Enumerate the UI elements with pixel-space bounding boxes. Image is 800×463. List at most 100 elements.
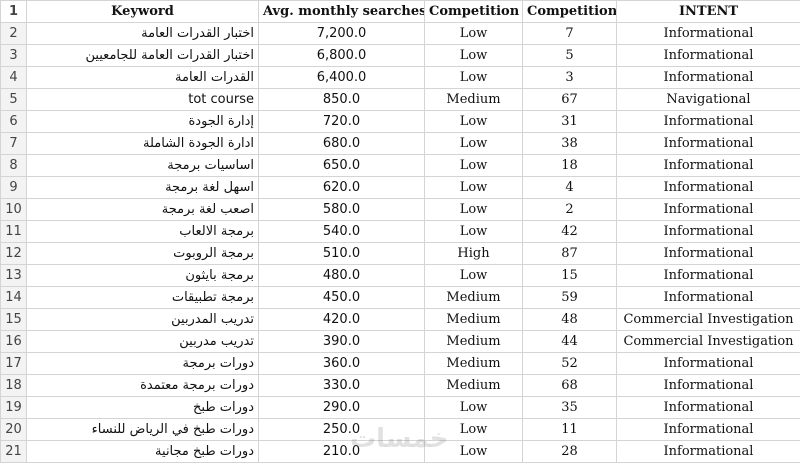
competition-cell[interactable]: Low [425, 397, 523, 419]
intent-cell[interactable]: Informational [617, 375, 800, 397]
row-header[interactable]: 13 [1, 265, 27, 287]
searches-cell[interactable]: 480.0 [259, 265, 425, 287]
keyword-cell[interactable]: tot course [27, 89, 259, 111]
keyword-cell[interactable]: دورات طبخ [27, 397, 259, 419]
competition-cell[interactable]: Low [425, 419, 523, 441]
searches-cell[interactable]: 580.0 [259, 199, 425, 221]
intent-cell[interactable]: Informational [617, 111, 800, 133]
searches-cell[interactable]: 330.0 [259, 375, 425, 397]
intent-cell[interactable]: Informational [617, 67, 800, 89]
searches-cell[interactable]: 680.0 [259, 133, 425, 155]
competition-score-cell[interactable]: 59 [523, 287, 617, 309]
competition-score-cell[interactable]: 2 [523, 199, 617, 221]
competition-score-cell[interactable]: 5 [523, 45, 617, 67]
keyword-cell[interactable]: اختبار القدرات العامة [27, 23, 259, 45]
competition-score-cell[interactable]: 3 [523, 67, 617, 89]
competition-cell[interactable]: High [425, 243, 523, 265]
intent-cell[interactable]: Informational [617, 199, 800, 221]
intent-cell[interactable]: Informational [617, 155, 800, 177]
keyword-cell[interactable]: اسهل لغة برمجة [27, 177, 259, 199]
competition-cell[interactable]: Low [425, 133, 523, 155]
intent-cell[interactable]: Informational [617, 265, 800, 287]
row-header[interactable]: 16 [1, 331, 27, 353]
intent-cell[interactable]: Informational [617, 133, 800, 155]
competition-cell[interactable]: Medium [425, 89, 523, 111]
keyword-cell[interactable]: دورات طبخ في الرياض للنساء [27, 419, 259, 441]
competition-score-cell[interactable]: 7 [523, 23, 617, 45]
competition-cell[interactable]: Low [425, 111, 523, 133]
keyword-cell[interactable]: دورات برمجة معتمدة [27, 375, 259, 397]
keyword-cell[interactable]: برمجة الالعاب [27, 221, 259, 243]
intent-cell[interactable]: Informational [617, 397, 800, 419]
row-header[interactable]: 18 [1, 375, 27, 397]
competition-cell[interactable]: Medium [425, 309, 523, 331]
col-header-competition[interactable]: Competition [425, 1, 523, 23]
competition-score-cell[interactable]: 44 [523, 331, 617, 353]
searches-cell[interactable]: 450.0 [259, 287, 425, 309]
competition-score-cell[interactable]: 68 [523, 375, 617, 397]
keyword-cell[interactable]: برمجة الروبوت [27, 243, 259, 265]
row-header[interactable]: 21 [1, 441, 27, 463]
keyword-cell[interactable]: القدرات العامة [27, 67, 259, 89]
intent-cell[interactable]: Informational [617, 441, 800, 463]
searches-cell[interactable]: 850.0 [259, 89, 425, 111]
intent-cell[interactable]: Informational [617, 243, 800, 265]
competition-score-cell[interactable]: 4 [523, 177, 617, 199]
competition-cell[interactable]: Low [425, 177, 523, 199]
intent-cell[interactable]: Informational [617, 353, 800, 375]
row-header[interactable]: 8 [1, 155, 27, 177]
keyword-cell[interactable]: دورات برمجة [27, 353, 259, 375]
row-header[interactable]: 5 [1, 89, 27, 111]
row-header[interactable]: 11 [1, 221, 27, 243]
searches-cell[interactable]: 7,200.0 [259, 23, 425, 45]
searches-cell[interactable]: 6,400.0 [259, 67, 425, 89]
row-header[interactable]: 2 [1, 23, 27, 45]
col-header-intent[interactable]: INTENT [617, 1, 800, 23]
intent-cell[interactable]: Informational [617, 419, 800, 441]
row-header[interactable]: 19 [1, 397, 27, 419]
keyword-cell[interactable]: تدريب المدربين [27, 309, 259, 331]
competition-cell[interactable]: Low [425, 441, 523, 463]
intent-cell[interactable]: Commercial Investigation [617, 331, 800, 353]
searches-cell[interactable]: 720.0 [259, 111, 425, 133]
competition-cell[interactable]: Low [425, 221, 523, 243]
competition-score-cell[interactable]: 15 [523, 265, 617, 287]
keyword-cell[interactable]: برمجة تطبيقات [27, 287, 259, 309]
competition-score-cell[interactable]: 28 [523, 441, 617, 463]
row-header[interactable]: 20 [1, 419, 27, 441]
searches-cell[interactable]: 540.0 [259, 221, 425, 243]
competition-score-cell[interactable]: 18 [523, 155, 617, 177]
intent-cell[interactable]: Informational [617, 177, 800, 199]
row-header[interactable]: 14 [1, 287, 27, 309]
competition-cell[interactable]: Medium [425, 331, 523, 353]
intent-cell[interactable]: Navigational [617, 89, 800, 111]
col-header-keyword[interactable]: Keyword [27, 1, 259, 23]
row-header[interactable]: 3 [1, 45, 27, 67]
competition-cell[interactable]: Low [425, 155, 523, 177]
competition-cell[interactable]: Medium [425, 375, 523, 397]
competition-score-cell[interactable]: 67 [523, 89, 617, 111]
keyword-cell[interactable]: اساسيات برمجة [27, 155, 259, 177]
searches-cell[interactable]: 250.0 [259, 419, 425, 441]
competition-score-cell[interactable]: 38 [523, 133, 617, 155]
row-header-1[interactable]: 1 [1, 1, 27, 23]
competition-cell[interactable]: Low [425, 23, 523, 45]
row-header[interactable]: 7 [1, 133, 27, 155]
competition-score-cell[interactable]: 11 [523, 419, 617, 441]
competition-score-cell[interactable]: 87 [523, 243, 617, 265]
competition-cell[interactable]: Low [425, 67, 523, 89]
row-header[interactable]: 4 [1, 67, 27, 89]
competition-score-cell[interactable]: 35 [523, 397, 617, 419]
row-header[interactable]: 10 [1, 199, 27, 221]
competition-cell[interactable]: Low [425, 45, 523, 67]
competition-score-cell[interactable]: 42 [523, 221, 617, 243]
intent-cell[interactable]: Informational [617, 287, 800, 309]
keyword-cell[interactable]: دورات طبخ مجانية [27, 441, 259, 463]
keyword-cell[interactable]: اصعب لغة برمجة [27, 199, 259, 221]
keyword-cell[interactable]: برمجة بايثون [27, 265, 259, 287]
searches-cell[interactable]: 420.0 [259, 309, 425, 331]
searches-cell[interactable]: 510.0 [259, 243, 425, 265]
searches-cell[interactable]: 360.0 [259, 353, 425, 375]
row-header[interactable]: 12 [1, 243, 27, 265]
intent-cell[interactable]: Commercial Investigation [617, 309, 800, 331]
